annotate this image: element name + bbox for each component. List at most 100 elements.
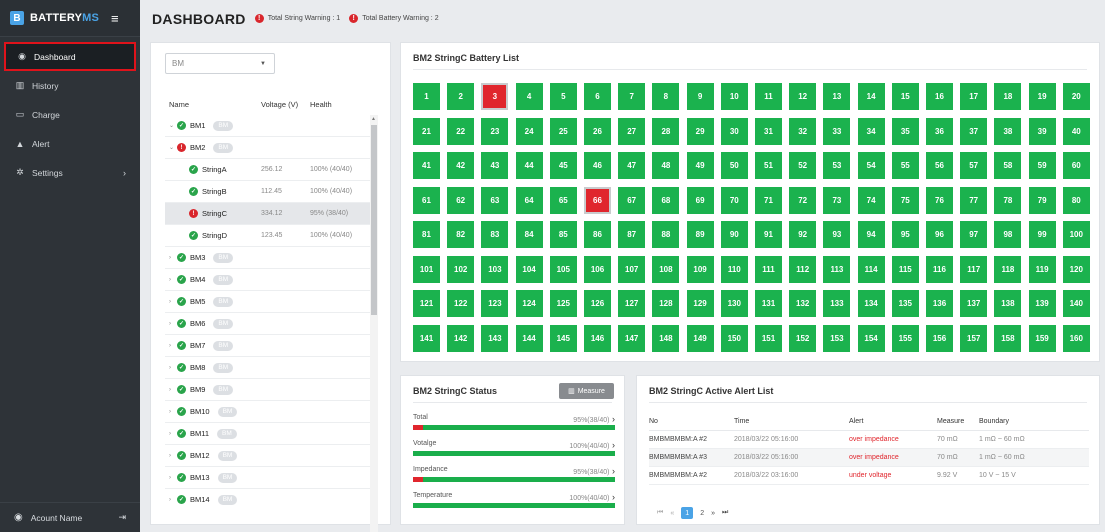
battery-cell[interactable]: 48: [652, 152, 680, 179]
battery-cell[interactable]: 148: [652, 324, 680, 352]
battery-cell[interactable]: 50: [720, 152, 748, 179]
battery-cell[interactable]: 100: [1062, 221, 1090, 248]
battery-cell[interactable]: 98: [994, 221, 1022, 248]
tree-row-bm12[interactable]: › ✓ BM12 BM: [165, 445, 375, 467]
page-1-button[interactable]: 1: [681, 507, 694, 519]
battery-cell[interactable]: 47: [618, 152, 646, 179]
battery-cell[interactable]: 17: [960, 83, 988, 110]
sidebar-item-settings[interactable]: ✲ Settings ›: [0, 158, 140, 187]
battery-cell[interactable]: 83: [481, 221, 509, 248]
battery-cell[interactable]: 117: [960, 255, 988, 283]
battery-cell[interactable]: 87: [618, 221, 646, 248]
battery-cell[interactable]: 95: [891, 221, 919, 248]
tree-row-bm4[interactable]: › ✓ BM4 BM: [165, 269, 375, 291]
tree-row-bm3[interactable]: › ✓ BM3 BM: [165, 247, 375, 269]
battery-cell[interactable]: 128: [652, 290, 680, 317]
battery-cell[interactable]: 23: [481, 117, 509, 145]
battery-cell[interactable]: 99: [1028, 221, 1056, 248]
battery-cell[interactable]: 78: [994, 186, 1022, 214]
tree-row-bm8[interactable]: › ✓ BM8 BM: [165, 357, 375, 379]
battery-cell[interactable]: 29: [686, 117, 714, 145]
scrollbar-thumb[interactable]: [371, 125, 377, 315]
battery-cell[interactable]: 92: [789, 221, 817, 248]
sidebar-item-history[interactable]: ▥ History: [0, 71, 140, 100]
battery-cell[interactable]: 69: [686, 186, 714, 214]
battery-cell[interactable]: 123: [481, 290, 509, 317]
battery-cell[interactable]: 45: [549, 152, 577, 179]
tree-row-stringc[interactable]: ! StringC 334.12 95% (38/40): [165, 203, 375, 225]
measure-button[interactable]: ▥ Measure: [559, 383, 614, 399]
battery-cell[interactable]: 125: [549, 290, 577, 317]
battery-cell[interactable]: 71: [755, 186, 782, 214]
battery-cell[interactable]: 43: [481, 152, 509, 179]
bm-select[interactable]: BM ▼: [165, 53, 275, 74]
battery-cell[interactable]: 88: [652, 221, 680, 248]
battery-cell[interactable]: 93: [823, 221, 851, 248]
expand-icon[interactable]: ›: [169, 299, 177, 305]
battery-cell[interactable]: 126: [584, 290, 611, 317]
logout-icon[interactable]: ⇥: [118, 512, 126, 523]
battery-cell[interactable]: 106: [584, 255, 611, 283]
battery-cell[interactable]: 139: [1028, 290, 1056, 317]
table-row[interactable]: BMBMBMBM:A #2 2018/03/22 03:16:00 under vo…: [649, 466, 1089, 485]
battery-cell[interactable]: 67: [618, 186, 646, 214]
battery-cell[interactable]: 94: [857, 221, 885, 248]
battery-cell[interactable]: 120: [1062, 255, 1090, 283]
battery-cell[interactable]: 64: [515, 186, 543, 214]
battery-cell[interactable]: 101: [413, 255, 440, 283]
battery-cell[interactable]: 105: [549, 255, 577, 283]
battery-cell[interactable]: 38: [994, 117, 1022, 145]
expand-icon[interactable]: ›: [169, 431, 177, 437]
battery-cell[interactable]: 21: [413, 117, 440, 145]
battery-cell[interactable]: 68: [652, 186, 680, 214]
tree-row-bm6[interactable]: › ✓ BM6 BM: [165, 313, 375, 335]
battery-cell[interactable]: 145: [549, 324, 577, 352]
battery-cell[interactable]: 42: [447, 152, 475, 179]
battery-cell[interactable]: 159: [1028, 324, 1056, 352]
battery-cell[interactable]: 53: [823, 152, 851, 179]
battery-cell[interactable]: 108: [652, 255, 680, 283]
battery-cell[interactable]: 25: [549, 117, 577, 145]
battery-cell[interactable]: 90: [720, 221, 748, 248]
battery-cell[interactable]: 44: [515, 152, 543, 179]
battery-cell[interactable]: 57: [960, 152, 988, 179]
battery-cell[interactable]: 130: [720, 290, 748, 317]
expand-icon[interactable]: ›: [169, 453, 177, 459]
battery-cell[interactable]: 158: [994, 324, 1022, 352]
battery-cell[interactable]: 34: [857, 117, 885, 145]
table-row[interactable]: BMBMBMBM:A #3 2018/03/22 05:16:00 over imp…: [649, 448, 1089, 467]
battery-cell[interactable]: 35: [891, 117, 919, 145]
expand-icon[interactable]: ›: [169, 475, 177, 481]
battery-cell[interactable]: 6: [584, 83, 611, 110]
expand-icon[interactable]: ›: [169, 497, 177, 503]
battery-cell[interactable]: 80: [1062, 186, 1090, 214]
page-2-button[interactable]: 2: [700, 510, 704, 517]
battery-cell[interactable]: 1: [413, 83, 440, 110]
expand-icon[interactable]: ›: [169, 409, 177, 415]
battery-cell[interactable]: 5: [549, 83, 577, 110]
battery-cell[interactable]: 24: [515, 117, 543, 145]
battery-cell[interactable]: 33: [823, 117, 851, 145]
tree-row-bm2[interactable]: ⌄ ! BM2 BM: [165, 137, 375, 159]
tree-row-bm7[interactable]: › ✓ BM7 BM: [165, 335, 375, 357]
battery-cell[interactable]: 154: [857, 324, 885, 352]
battery-cell[interactable]: 121: [413, 290, 440, 317]
battery-cell[interactable]: 152: [789, 324, 817, 352]
battery-cell[interactable]: 140: [1062, 290, 1090, 317]
battery-cell[interactable]: 156: [926, 324, 953, 352]
battery-cell[interactable]: 150: [720, 324, 748, 352]
battery-cell[interactable]: 30: [720, 117, 748, 145]
battery-cell[interactable]: 91: [755, 221, 782, 248]
battery-cell[interactable]: 134: [857, 290, 885, 317]
battery-cell[interactable]: 153: [823, 324, 851, 352]
battery-cell[interactable]: 54: [857, 152, 885, 179]
battery-cell[interactable]: 74: [857, 186, 885, 214]
battery-cell[interactable]: 76: [926, 186, 953, 214]
sidebar-item-alert[interactable]: ▲ Alert: [0, 129, 140, 158]
expand-icon[interactable]: ›: [169, 277, 177, 283]
battery-cell[interactable]: 72: [789, 186, 817, 214]
battery-cell[interactable]: 70: [720, 186, 748, 214]
battery-cell[interactable]: 137: [960, 290, 988, 317]
battery-cell[interactable]: 129: [686, 290, 714, 317]
tree-row-bm11[interactable]: › ✓ BM11 BM: [165, 423, 375, 445]
